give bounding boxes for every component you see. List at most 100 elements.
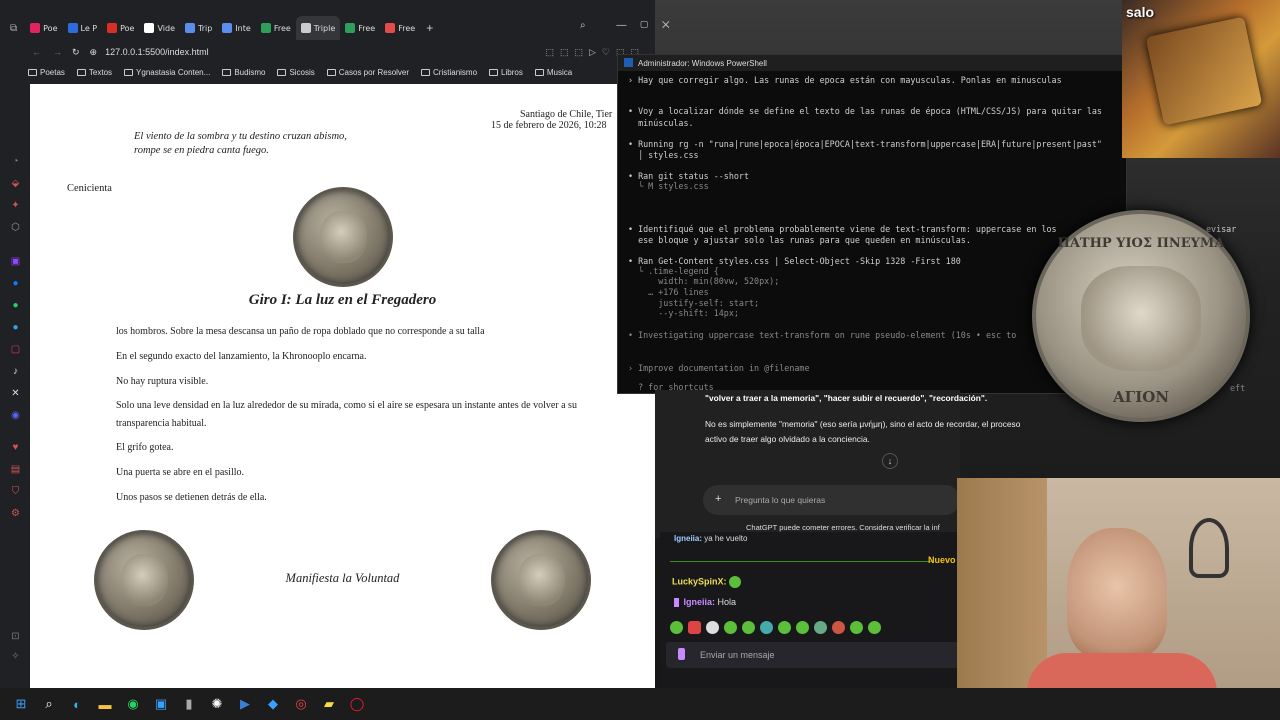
sidebar-book-icon[interactable]: ▤ [10, 464, 21, 475]
start-icon[interactable]: ⊞ [10, 693, 32, 715]
emote-icon[interactable] [814, 621, 827, 634]
search-icon[interactable]: ⌕ [38, 693, 60, 715]
tab-actions-icon[interactable]: ⧉ [10, 23, 17, 34]
browser-tab[interactable]: Free [380, 16, 420, 40]
reload-icon[interactable]: ↻ [72, 47, 80, 58]
sidebar-gear-icon[interactable]: ✧ [10, 651, 21, 662]
emote-icon[interactable] [850, 621, 863, 634]
emote-icon[interactable] [724, 621, 737, 634]
bookmark-folder[interactable]: Textos [76, 68, 112, 77]
tab-favicon-icon [222, 23, 233, 33]
sidebar-x-icon[interactable]: ✕ [10, 388, 21, 399]
powershell-title-bar: Administrador: Windows PowerShell [618, 55, 1126, 71]
sidebar-shield-icon[interactable]: ⛉ [10, 486, 21, 497]
bookmark-folder[interactable]: Poetas [28, 68, 65, 77]
terminal-line: • Investigating uppercase text-transform… [628, 330, 1017, 340]
bookmark-folder[interactable]: Ygnastasia Conten... [124, 68, 210, 77]
emote-icon[interactable] [742, 621, 755, 634]
folder-icon [277, 68, 287, 76]
store-icon[interactable]: ▣ [150, 693, 172, 715]
sidebar-bag-icon[interactable]: ⬙ [10, 178, 21, 189]
notes-icon[interactable]: ▰ [318, 693, 340, 715]
chat-input[interactable]: + Pregunta lo que quieras [703, 485, 960, 515]
browser-tab[interactable]: Vide [139, 16, 180, 40]
bookmark-folder[interactable]: Libros [489, 68, 523, 77]
tab-label: Trip [198, 23, 213, 33]
chrome-icon[interactable]: ◎ [290, 693, 312, 715]
twitch-message-input[interactable]: Enviar un mensaje [666, 642, 960, 668]
book-image [1145, 16, 1263, 126]
whatsapp-icon[interactable]: ◉ [122, 693, 144, 715]
emote-icon[interactable] [670, 621, 683, 634]
emote-icon[interactable] [832, 621, 845, 634]
new-tab-icon[interactable]: + [426, 21, 433, 35]
bookmark-folder[interactable]: Budismo [222, 68, 265, 77]
emote-icon[interactable] [706, 621, 719, 634]
sidebar-twitch-icon[interactable]: ▣ [10, 256, 21, 267]
terminal-line: • Identifiqué que el problema probableme… [628, 224, 1057, 234]
emote-icon[interactable] [868, 621, 881, 634]
sidebar-tiktok-icon[interactable]: ♪ [10, 366, 21, 377]
sidebar-messenger-icon[interactable]: ● [10, 278, 21, 289]
message-text: ya he vuelto [704, 534, 748, 543]
browser-tab[interactable]: Poe [25, 16, 62, 40]
opera-icon[interactable]: ◯ [346, 693, 368, 715]
terminal-line: › Hay que corregir algo. Las runas de ep… [628, 75, 1062, 85]
emote-icon[interactable] [760, 621, 773, 634]
sidebar-whatsapp-icon[interactable]: ● [10, 300, 21, 311]
story-paragraph: los hombros. Sobre la mesa descansa un p… [116, 326, 485, 337]
app-icon[interactable]: ▮ [178, 693, 200, 715]
emote-icon[interactable] [778, 621, 791, 634]
powershell-taskbar-icon[interactable]: ▶ [234, 693, 256, 715]
emote-icon[interactable] [796, 621, 809, 634]
browser-tab[interactable]: Trip [180, 16, 217, 40]
tab-label: Triple [313, 23, 336, 33]
edge-icon[interactable]: ◐ [66, 693, 88, 715]
sidebar-instagram-icon[interactable]: ▢ [10, 344, 21, 355]
terminal-line: └ .time-legend { [628, 266, 719, 276]
browser-tab[interactable]: Poe [102, 16, 139, 40]
message-username[interactable]: Igneiia: [684, 597, 716, 607]
terminal-line: minúsculas. [628, 118, 694, 128]
sidebar-heart-icon[interactable]: ♥ [10, 442, 21, 453]
sidebar-expand-icon[interactable]: ⊡ [10, 631, 21, 642]
sidebar-game-icon[interactable]: ⬡ [10, 222, 21, 233]
browser-tab[interactable]: Le P [63, 16, 103, 40]
file-explorer-icon[interactable]: ▬ [94, 693, 116, 715]
coin-top-legend: ΠΑΤΗΡ ΥΙΟΣ ΠΝΕΥΜΑ [1057, 236, 1225, 251]
bookmark-folder[interactable]: Sicosis [277, 68, 315, 77]
folder-icon [222, 68, 232, 76]
terminal-line: • Voy a localizar dónde se define el tex… [628, 106, 1102, 116]
terminal-line: --y-shift: 14px; [628, 308, 739, 318]
forward-icon[interactable]: → [53, 47, 62, 57]
emote-icon[interactable] [688, 621, 701, 634]
browser-tab[interactable]: Free [256, 16, 296, 40]
folder-icon [534, 68, 544, 76]
sidebar-telegram-icon[interactable]: ● [10, 322, 21, 333]
bookmark-folder[interactable]: Cristianismo [421, 68, 477, 77]
browser-tab[interactable]: Inte [217, 16, 256, 40]
bookmark-folder[interactable]: Musica [534, 68, 572, 77]
browser-window: ⧉ Poe Le P Poe Vide Trip Inte Free Triple Free Fre… [0, 0, 655, 688]
terminal-line: … +176 lines [628, 287, 709, 297]
browser-tab[interactable]: Triple [295, 16, 341, 40]
site-info-icon[interactable]: ⊕ [90, 47, 98, 58]
vscode-icon[interactable]: ◆ [262, 693, 284, 715]
sidebar-discord-icon[interactable]: ◉ [10, 410, 21, 421]
attach-plus-icon[interactable]: + [715, 493, 721, 505]
message-username[interactable]: Igneiia: [674, 534, 702, 543]
message-username[interactable]: LuckySpinX: [672, 576, 727, 586]
story-paragraph: El grifo gotea. [116, 442, 174, 453]
sidebar-clock-icon[interactable]: ◔ [10, 156, 21, 167]
sidebar-settings-icon[interactable]: ⚙ [10, 508, 21, 519]
back-icon[interactable]: ← [32, 47, 41, 57]
story-paragraph: Una puerta se abre en el pasillo. [116, 467, 245, 478]
chatgpt-icon[interactable]: ✺ [206, 693, 228, 715]
url-field[interactable]: 127.0.0.1:5500/index.html [105, 47, 209, 57]
browser-tab[interactable]: Free [340, 16, 380, 40]
bits-icon[interactable] [678, 648, 685, 660]
tab-label: Free [358, 23, 376, 33]
scroll-down-icon[interactable]: ↓ [882, 453, 898, 469]
bookmark-folder[interactable]: Casos por Resolver [326, 68, 409, 77]
sidebar-copilot-icon[interactable]: ✦ [10, 200, 21, 211]
